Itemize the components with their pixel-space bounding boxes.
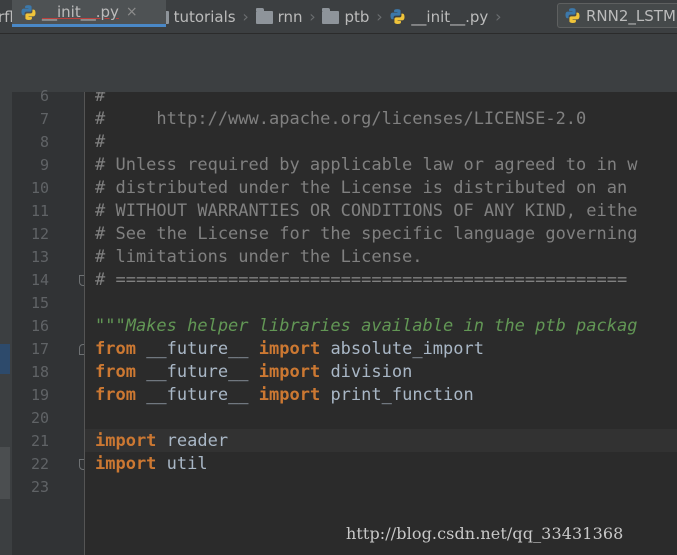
code-line[interactable]: # http://www.apache.org/licenses/LICENSE… — [95, 108, 586, 131]
breadcrumb-label: ptb — [344, 7, 370, 26]
folder-icon — [255, 8, 273, 24]
code-keyword: from — [95, 362, 136, 382]
line-number[interactable]: 20 — [31, 407, 49, 430]
code-line[interactable]: from __future__ import division — [95, 361, 412, 384]
tab-label: __init__.py — [42, 3, 119, 21]
breadcrumb-item-init-py[interactable]: __init__.py — [389, 0, 488, 33]
breadcrumb-label: __init__.py — [411, 7, 489, 26]
line-number-gutter[interactable]: 6 7 8 9 10 11 12 13 14 15 16 17 18 19 20 21 22 23 — [12, 87, 88, 555]
code-comment: # distributed under the License is distr… — [95, 178, 628, 198]
chevron-right-icon: › — [309, 7, 316, 26]
code-line[interactable]: # ======================================… — [95, 269, 627, 292]
code-keyword: import — [258, 385, 321, 405]
line-number[interactable]: 9 — [40, 154, 49, 177]
code-keyword: import — [258, 339, 321, 359]
tab-init-py[interactable]: __init__.py × — [12, 0, 166, 27]
breadcrumb-item-rnn[interactable]: rnn — [255, 0, 303, 33]
code-token: __future__ — [135, 385, 259, 405]
tool-window-stripe[interactable] — [0, 61, 12, 555]
code-token: util — [156, 454, 208, 474]
code-keyword: import — [95, 431, 157, 451]
code-line[interactable]: # — [95, 92, 105, 108]
code-comment: # See the License for the specific langu… — [95, 224, 638, 244]
code-line[interactable]: # — [95, 131, 105, 154]
run-configuration-label: RNN2_LSTM — [586, 6, 676, 25]
chevron-right-icon: › — [242, 7, 249, 26]
code-line[interactable]: """Makes helper libraries available in t… — [95, 315, 637, 338]
code-line[interactable]: import util — [95, 453, 208, 476]
watermark-text: http://blog.csdn.net/qq_33431368 — [346, 524, 624, 543]
line-number[interactable]: 13 — [31, 246, 49, 269]
code-token: print_function — [320, 385, 474, 405]
editor-header-strip — [12, 61, 677, 93]
tool-window-stripe-top — [0, 34, 12, 61]
line-number[interactable]: 12 — [31, 223, 49, 246]
line-number[interactable]: 21 — [31, 430, 49, 453]
code-token: __future__ — [135, 339, 259, 359]
line-number[interactable]: 10 — [31, 177, 49, 200]
code-line[interactable]: from __future__ import print_function — [95, 384, 474, 407]
line-number[interactable]: 18 — [31, 361, 49, 384]
line-number[interactable]: 16 — [31, 315, 49, 338]
chevron-right-icon: › — [495, 7, 502, 26]
code-editor[interactable]: # # http://www.apache.org/licenses/LICENS… — [85, 92, 677, 555]
code-comment: # WITHOUT WARRANTIES OR CONDITIONS OF AN… — [95, 201, 638, 221]
close-icon[interactable]: × — [126, 4, 138, 20]
stripe-marker — [0, 344, 10, 374]
code-line[interactable]: from __future__ import absolute_import — [95, 338, 484, 361]
line-number[interactable]: 15 — [31, 292, 49, 315]
code-token: __future__ — [135, 362, 259, 382]
editor-tab-bar — [0, 34, 677, 61]
code-comment: # ======================================… — [95, 270, 628, 290]
stripe-marker — [0, 447, 10, 499]
code-line[interactable]: # distributed under the License is distr… — [95, 177, 627, 200]
code-keyword: from — [95, 385, 136, 405]
code-line[interactable]: # limitations under the License. — [95, 246, 423, 269]
line-number[interactable]: 14 — [31, 269, 49, 292]
python-file-icon — [390, 9, 405, 24]
code-line[interactable]: # See the License for the specific langu… — [95, 223, 637, 246]
code-keyword: from — [95, 339, 136, 359]
code-line[interactable]: import reader — [95, 430, 228, 453]
code-comment: # limitations under the License. — [95, 247, 423, 267]
line-number[interactable]: 6 — [40, 85, 49, 108]
code-token: absolute_import — [320, 339, 484, 359]
chevron-right-icon: › — [376, 7, 383, 26]
code-line[interactable]: # Unless required by applicable law or a… — [95, 154, 637, 177]
code-comment: # — [95, 132, 106, 152]
line-number[interactable]: 7 — [40, 108, 49, 131]
code-keyword: import — [95, 454, 157, 474]
breadcrumb-label: tutorials — [173, 7, 236, 26]
code-docstring: """Makes helper libraries available in t… — [95, 316, 638, 336]
python-file-icon — [21, 4, 36, 20]
breadcrumb-item-ptb[interactable]: ptb — [322, 0, 369, 33]
code-comment: # Unless required by applicable law or a… — [95, 155, 638, 175]
line-number[interactable]: 22 — [31, 453, 49, 476]
python-file-icon — [565, 8, 580, 23]
line-number[interactable]: 17 — [31, 338, 49, 361]
code-keyword: import — [258, 362, 321, 382]
line-number[interactable]: 23 — [31, 476, 49, 499]
code-comment: # — [95, 92, 106, 106]
code-token: division — [320, 362, 413, 382]
line-number[interactable]: 8 — [40, 131, 49, 154]
code-comment: # http://www.apache.org/licenses/LICENSE… — [95, 109, 587, 129]
folder-icon — [322, 8, 340, 24]
line-number[interactable]: 11 — [31, 200, 49, 223]
code-line[interactable]: # WITHOUT WARRANTIES OR CONDITIONS OF AN… — [95, 200, 637, 223]
code-token: reader — [156, 431, 229, 451]
run-configuration-selector[interactable]: RNN2_LSTM — [557, 3, 677, 28]
line-number[interactable]: 19 — [31, 384, 49, 407]
breadcrumb-label: rnn — [277, 7, 303, 26]
